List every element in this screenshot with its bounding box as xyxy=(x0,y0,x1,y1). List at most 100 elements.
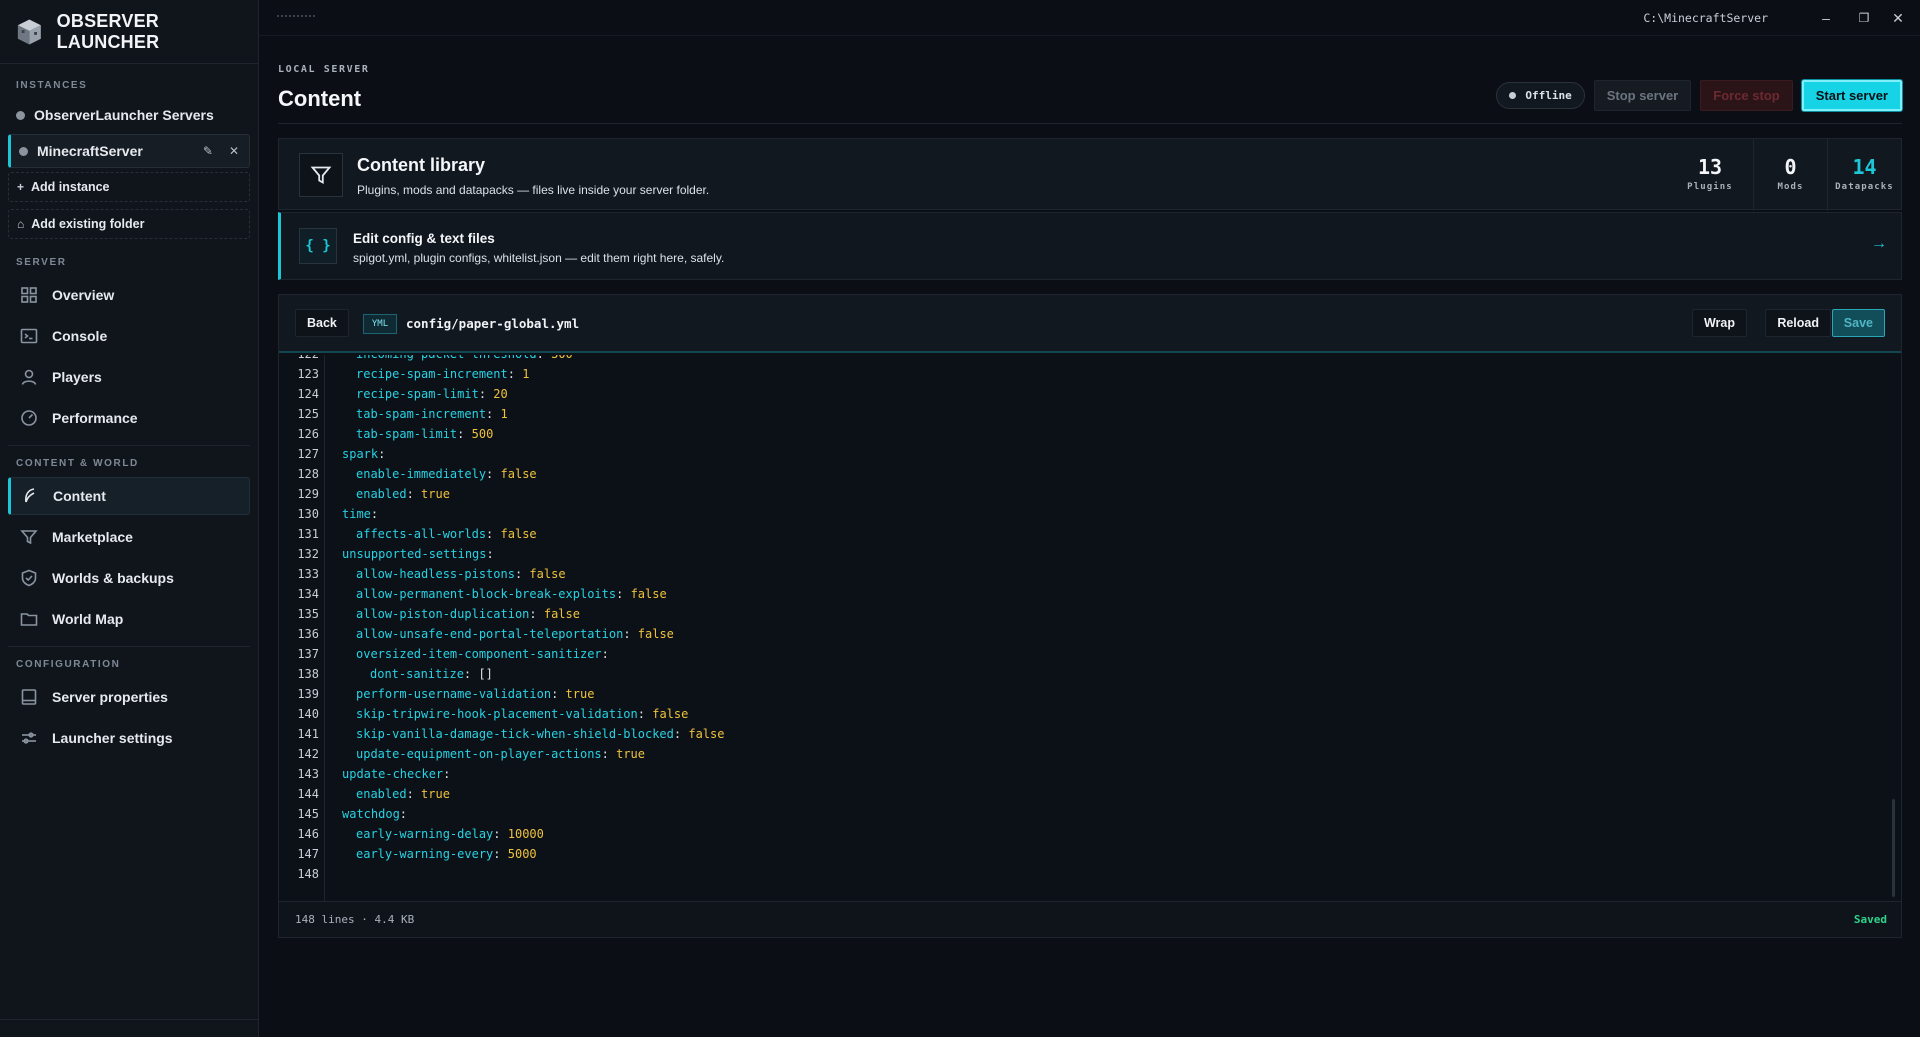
save-button[interactable]: Save xyxy=(1831,309,1885,337)
nav-players[interactable]: Players xyxy=(8,358,250,396)
nav-label: Console xyxy=(52,328,108,344)
file-editor: Back YML config/paper-global.yml Wrap Re… xyxy=(278,294,1902,938)
nav-world-map[interactable]: World Map xyxy=(8,600,250,638)
stat-label: Mods xyxy=(1777,182,1804,192)
line-code: incoming-packet-threshold: 300 xyxy=(342,355,573,364)
code-line[interactable]: 138 dont-sanitize: [] xyxy=(279,664,1901,684)
stat-datapacks: 14 Datapacks xyxy=(1827,139,1901,211)
nav-performance[interactable]: Performance xyxy=(8,399,250,437)
line-code: perform-username-validation: true xyxy=(356,687,595,701)
edit-config-banner[interactable]: { } Edit config & text files spigot.yml,… xyxy=(278,212,1902,280)
user-icon xyxy=(21,369,37,385)
nav-console[interactable]: Console xyxy=(8,317,250,355)
code-line[interactable]: 127 spark: xyxy=(279,444,1901,464)
yaml-key: perform-username-validation xyxy=(356,687,552,701)
code-line[interactable]: 143 update-checker: xyxy=(279,764,1901,784)
close-icon[interactable]: ✕ xyxy=(229,144,239,158)
nav-marketplace[interactable]: Marketplace xyxy=(8,518,250,556)
code-line[interactable]: 130 time: xyxy=(279,504,1901,524)
yaml-value: false xyxy=(637,627,674,641)
yaml-value: true xyxy=(616,747,646,761)
nav-server-properties[interactable]: Server properties xyxy=(8,678,250,716)
code-line[interactable]: 135 allow-piston-duplication: false xyxy=(279,604,1901,624)
code-line[interactable]: 144 enabled: true xyxy=(279,784,1901,804)
code-line[interactable]: 131 affects-all-worlds: false xyxy=(279,524,1901,544)
line-number: 143 xyxy=(297,767,319,781)
line-number: 142 xyxy=(297,747,319,761)
line-code: enabled: true xyxy=(356,487,450,501)
nav-label: Players xyxy=(52,369,102,385)
leaf-icon xyxy=(25,488,35,503)
code-line[interactable]: 133 allow-headless-pistons: false xyxy=(279,564,1901,584)
line-code: skip-tripwire-hook-placement-validation:… xyxy=(356,707,689,721)
line-number: 137 xyxy=(297,647,319,661)
yaml-key: tab-spam-increment xyxy=(356,407,487,421)
code-line[interactable]: 137 oversized-item-component-sanitizer: xyxy=(279,644,1901,664)
drag-handle[interactable] xyxy=(277,15,315,19)
close-window-button[interactable]: ✕ xyxy=(1888,8,1908,28)
yaml-key: allow-piston-duplication xyxy=(356,607,530,621)
code-line[interactable]: 146 early-warning-delay: 10000 xyxy=(279,824,1901,844)
code-line[interactable]: 122 incoming-packet-threshold: 300 xyxy=(279,355,1901,364)
folder-icon xyxy=(20,613,38,626)
nav-content[interactable]: Content xyxy=(8,477,250,515)
line-number: 122 xyxy=(279,355,319,364)
code-line[interactable]: 125 tab-spam-increment: 1 xyxy=(279,404,1901,424)
code-line[interactable]: 140 skip-tripwire-hook-placement-validati… xyxy=(279,704,1901,724)
code-line[interactable]: 141 skip-vanilla-damage-tick-when-shield-… xyxy=(279,724,1901,744)
code-line[interactable]: 148 xyxy=(279,864,1901,884)
line-code: dont-sanitize: [] xyxy=(370,667,493,681)
line-code: allow-permanent-block-break-exploits: fa… xyxy=(356,587,667,601)
add-instance-button[interactable]: + Add instance xyxy=(8,172,250,202)
save-status: Saved xyxy=(1853,913,1887,926)
nav-label: World Map xyxy=(52,611,124,627)
code-line[interactable]: 132 unsupported-settings: xyxy=(279,544,1901,564)
code-line[interactable]: 124 recipe-spam-limit: 20 xyxy=(279,384,1901,404)
code-line[interactable]: 123 recipe-spam-increment: 1 xyxy=(279,364,1901,384)
nav-overview[interactable]: Overview xyxy=(8,276,250,314)
stop-server-button[interactable]: Stop server xyxy=(1593,80,1692,111)
yaml-key: early-warning-delay xyxy=(356,827,494,841)
minimize-button[interactable]: – xyxy=(1816,8,1836,28)
line-number: 146 xyxy=(297,827,319,841)
code-line[interactable]: 136 allow-unsafe-end-portal-teleportation… xyxy=(279,624,1901,644)
funnel-icon xyxy=(20,530,38,545)
editor-toolbar: Back YML config/paper-global.yml Wrap Re… xyxy=(279,295,1901,353)
line-code: early-warning-delay: 10000 xyxy=(356,827,544,841)
line-code: update-equipment-on-player-actions: true xyxy=(356,747,646,761)
content-stats: 13 Plugins 0 Mods 14 Datapacks xyxy=(1667,139,1901,211)
arrow-right-icon[interactable]: → xyxy=(1871,235,1887,253)
window-titlebar[interactable]: C:\MinecraftServer – ❐ ✕ xyxy=(259,0,1920,36)
reload-button[interactable]: Reload xyxy=(1765,309,1831,337)
code-line[interactable]: 129 enabled: true xyxy=(279,484,1901,504)
add-existing-folder-button[interactable]: ⌂ Add existing folder xyxy=(8,209,250,239)
code-line[interactable]: 128 enable-immediately: false xyxy=(279,464,1901,484)
nav-worlds-backups[interactable]: Worlds & backups xyxy=(8,559,250,597)
start-server-button[interactable]: Start server xyxy=(1801,80,1902,111)
code-line[interactable]: 145 watchdog: xyxy=(279,804,1901,824)
force-stop-button[interactable]: Force stop xyxy=(1700,80,1793,111)
yaml-value: true xyxy=(565,687,595,701)
instance-item[interactable]: ObserverLauncher Servers xyxy=(0,99,258,131)
edit-icon[interactable]: ✎ xyxy=(203,144,213,158)
nav-launcher-settings[interactable]: Launcher settings xyxy=(8,719,250,757)
line-number: 126 xyxy=(297,427,319,441)
yaml-key: affects-all-worlds xyxy=(356,527,487,541)
restore-button[interactable]: ❐ xyxy=(1854,8,1874,28)
instance-item-active[interactable]: MinecraftServer ✎ ✕ xyxy=(8,134,250,168)
yaml-value: 5000 xyxy=(507,847,537,861)
back-button[interactable]: Back xyxy=(295,309,349,337)
code-line[interactable]: 139 perform-username-validation: true xyxy=(279,684,1901,704)
yaml-key: oversized-item-component-sanitizer xyxy=(356,647,602,661)
yaml-value: false xyxy=(630,587,667,601)
line-code: allow-piston-duplication: false xyxy=(356,607,580,621)
code-editor[interactable]: 122 incoming-packet-threshold: 300 123 reci… xyxy=(279,355,1901,901)
line-number: 128 xyxy=(297,467,319,481)
code-line[interactable]: 142 update-equipment-on-player-actions: t… xyxy=(279,744,1901,764)
line-number: 123 xyxy=(297,367,319,381)
code-line[interactable]: 126 tab-spam-limit: 500 xyxy=(279,424,1901,444)
line-number: 133 xyxy=(297,567,319,581)
code-line[interactable]: 147 early-warning-every: 5000 xyxy=(279,844,1901,864)
wrap-button[interactable]: Wrap xyxy=(1691,309,1747,337)
code-line[interactable]: 134 allow-permanent-block-break-exploits:… xyxy=(279,584,1901,604)
